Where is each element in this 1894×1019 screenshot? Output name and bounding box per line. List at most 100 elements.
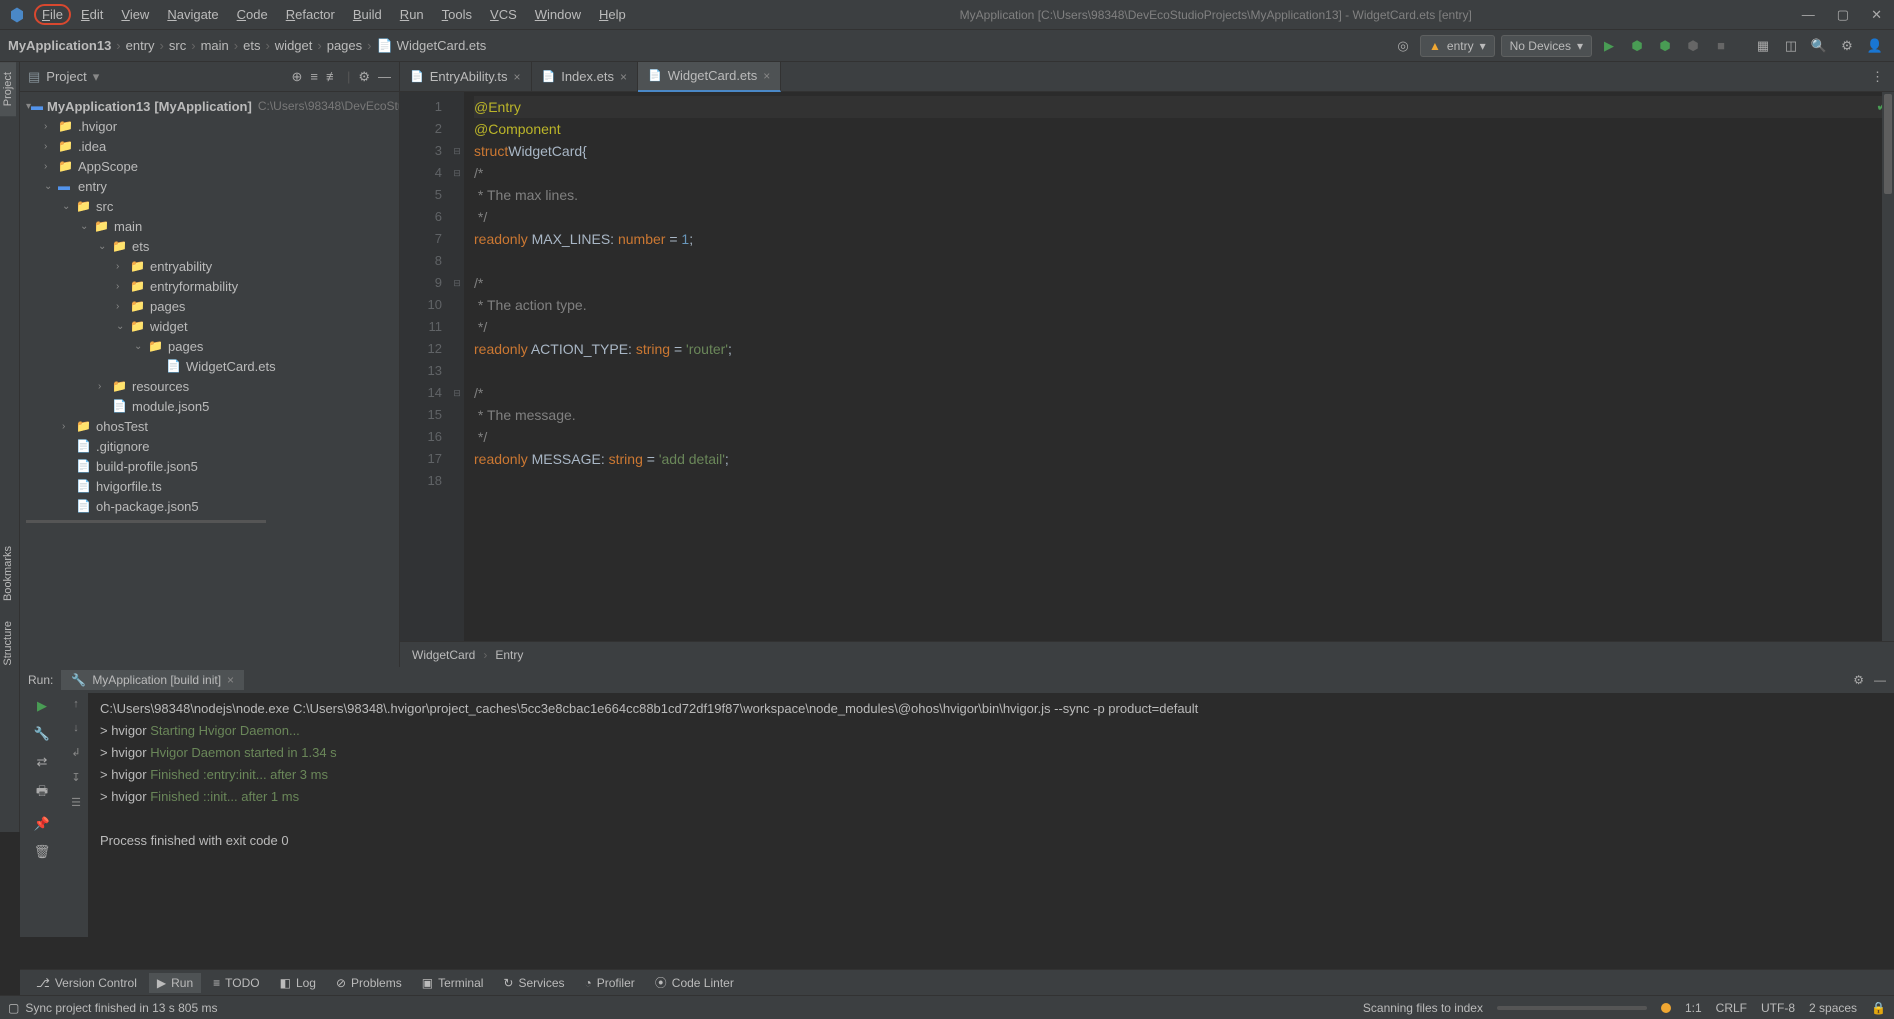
layout-icon[interactable]: ⇄ [32,754,52,770]
bookmarks-rail-tab[interactable]: Bookmarks [0,536,16,611]
structure-rail-tab[interactable]: Structure [0,611,16,676]
wrench-icon[interactable]: 🔧 [32,726,52,742]
tree-item[interactable]: ⌄📁pages [20,336,399,356]
debug-button[interactable]: ⬢ [1626,35,1648,57]
tree-item[interactable]: ›📁entryability [20,256,399,276]
breadcrumb-item[interactable]: pages [327,38,362,53]
menu-refactor[interactable]: Refactor [278,4,343,25]
tree-scrollbar[interactable] [26,520,266,523]
menu-edit[interactable]: Edit [73,4,111,25]
stop-button[interactable]: ■ [1710,35,1732,57]
readonly-icon[interactable]: 🔒 [1871,1001,1886,1015]
editor-tab[interactable]: 📄Index.ets× [532,62,638,92]
module-dropdown[interactable]: ▲entry▾ [1420,35,1495,57]
up-icon[interactable]: ↑ [73,698,79,710]
line-ending[interactable]: CRLF [1716,1001,1747,1015]
run-button[interactable]: ▶ [1598,35,1620,57]
tool1-icon[interactable]: ▦ [1752,35,1774,57]
attach-button[interactable]: ⬢ [1682,35,1704,57]
menu-help[interactable]: Help [591,4,634,25]
locate-icon[interactable]: ⊕ [291,69,302,85]
encoding[interactable]: UTF-8 [1761,1001,1795,1015]
toolwin-version-control[interactable]: ⎇Version Control [28,973,145,993]
close-tab-icon[interactable]: × [513,70,520,84]
collapse-icon[interactable]: ≢ [326,69,339,85]
breadcrumb-item[interactable]: entry [126,38,155,53]
vertical-scrollbar[interactable] [1882,92,1894,641]
toolwin-services[interactable]: ↻Services [495,973,572,993]
tool2-icon[interactable]: ◫ [1780,35,1802,57]
down-icon[interactable]: ↓ [73,722,79,734]
breadcrumb-item[interactable]: MyApplication13 [8,38,111,53]
console-output[interactable]: C:\Users\98348\nodejs\node.exe C:\Users\… [88,668,1894,937]
tree-item[interactable]: ›📁pages [20,296,399,316]
menu-view[interactable]: View [113,4,157,25]
menu-window[interactable]: Window [527,4,589,25]
bc-item[interactable]: Entry [495,648,523,662]
tree-root[interactable]: ▾ ▬ MyApplication13 [MyApplication] C:\U… [20,96,399,116]
toolwin-problems[interactable]: ⊘Problems [328,973,410,993]
tree-item[interactable]: ⌄▬entry [20,176,399,196]
print-icon[interactable]: 🖶 [32,782,52,804]
menu-navigate[interactable]: Navigate [159,4,226,25]
toolwin-code-linter[interactable]: ⦿Code Linter [647,971,742,994]
toolwin-log[interactable]: ◧Log [272,973,324,993]
tree-item[interactable]: 📄module.json5 [20,396,399,416]
maximize-button[interactable]: ▢ [1833,7,1853,23]
breadcrumb-item[interactable]: WidgetCard.ets [397,38,487,53]
tree-item[interactable]: 📄build-profile.json5 [20,456,399,476]
tabs-more-icon[interactable]: ⋮ [1861,69,1894,85]
tree-item[interactable]: ⌄📁src [20,196,399,216]
tree-item[interactable]: ›📁resources [20,376,399,396]
expand-icon[interactable]: ≡ [310,69,318,85]
tree-item[interactable]: ⌄📁widget [20,316,399,336]
indent[interactable]: 2 spaces [1809,1001,1857,1015]
bc-item[interactable]: WidgetCard [412,648,475,662]
rerun-icon[interactable]: ▶ [32,698,52,714]
close-tab-icon[interactable]: × [763,69,770,83]
editor-tab[interactable]: 📄EntryAbility.ts× [400,62,532,92]
close-button[interactable]: ✕ [1867,7,1886,23]
menu-build[interactable]: Build [345,4,390,25]
target-icon[interactable]: ◎ [1392,35,1414,57]
user-icon[interactable]: 👤 [1864,35,1886,57]
code-content[interactable]: @Entry@Componentstruct WidgetCard { /* *… [464,92,1894,641]
run-config-tab[interactable]: 🔧 MyApplication [build init] × [61,670,244,690]
hide-icon[interactable]: — [378,69,391,85]
breadcrumb-item[interactable]: ets [243,38,260,53]
breadcrumb-item[interactable]: src [169,38,186,53]
gear-icon[interactable]: ⚙ [358,69,370,85]
menu-vcs[interactable]: VCS [482,4,525,25]
toolwin-profiler[interactable]: ◔Profiler [577,973,643,993]
toolwin-run[interactable]: ▶Run [149,973,201,993]
editor-tab[interactable]: 📄WidgetCard.ets× [638,62,781,92]
menu-run[interactable]: Run [392,4,432,25]
caret-position[interactable]: 1:1 [1685,1001,1702,1015]
minimize-button[interactable]: — [1798,7,1819,23]
tree-item[interactable]: 📄hvigorfile.ts [20,476,399,496]
filter-icon[interactable]: ☰ [71,796,81,809]
tree-item[interactable]: ›📁AppScope [20,156,399,176]
menu-code[interactable]: Code [229,4,276,25]
tree-item[interactable]: 📄oh-package.json5 [20,496,399,516]
coverage-button[interactable]: ⬢ [1654,35,1676,57]
menu-file[interactable]: File [34,4,71,25]
run-hide-icon[interactable]: — [1874,673,1886,687]
breadcrumb-item[interactable]: widget [275,38,313,53]
tree-item[interactable]: ›📁entryformability [20,276,399,296]
search-icon[interactable]: 🔍 [1808,35,1830,57]
tree-item[interactable]: ⌄📁main [20,216,399,236]
tree-item[interactable]: ›📁ohosTest [20,416,399,436]
menu-tools[interactable]: Tools [434,4,480,25]
close-tab-icon[interactable]: × [227,673,234,687]
toolwin-todo[interactable]: ≡TODO [205,973,267,993]
scroll-icon[interactable]: ↧ [71,771,80,784]
pin-icon[interactable]: 📌 [32,816,52,832]
project-dropdown-icon[interactable]: ▾ [93,69,100,85]
status-left-icon[interactable]: ▢ [8,1001,19,1015]
toolwin-terminal[interactable]: ▣Terminal [414,973,492,993]
wrap-icon[interactable]: ↲ [71,746,80,759]
close-tab-icon[interactable]: × [620,70,627,84]
breadcrumb-item[interactable]: main [201,38,229,53]
tree-item[interactable]: ›📁.hvigor [20,116,399,136]
